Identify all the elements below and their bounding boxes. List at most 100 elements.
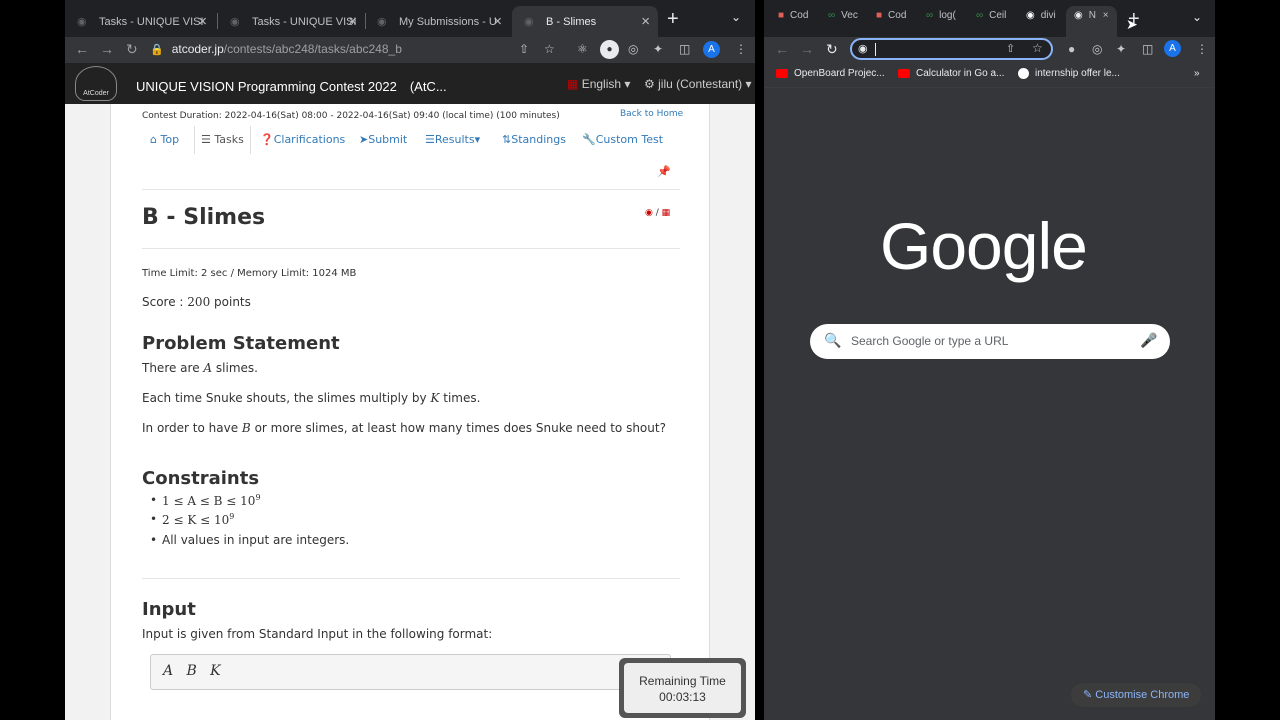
- extensions-puzzle-icon[interactable]: ✦: [1116, 42, 1126, 56]
- tab-title: My Submissions - U: [399, 15, 497, 28]
- nav-standings[interactable]: ⇅Standings: [502, 133, 566, 146]
- tab-new-tab[interactable]: ◉ N ×: [1066, 6, 1117, 37]
- text: Each time Snuke shouts, the slimes multi…: [142, 391, 427, 405]
- left-tab-strip: ◉ Tasks - UNIQUE VISI × ◉ Tasks - UNIQUE…: [65, 0, 755, 37]
- tab-search-chevron-icon[interactable]: ⌄: [1192, 10, 1202, 24]
- search-placeholder: Search Google or type a URL: [851, 334, 1009, 348]
- bookmark-calculator[interactable]: Calculator in Go a...: [898, 68, 1004, 79]
- statement-line-3: In order to have B or more slimes, at le…: [142, 421, 666, 435]
- close-icon[interactable]: ×: [1103, 10, 1109, 21]
- tab-log[interactable]: ∞ log(: [926, 10, 956, 21]
- reload-icon[interactable]: ↻: [826, 41, 838, 58]
- nav-results[interactable]: ☰Results▾: [425, 133, 480, 146]
- atcoder-favicon-icon: ◉: [377, 16, 387, 28]
- back-icon[interactable]: ←: [775, 41, 789, 57]
- side-panel-icon[interactable]: ◫: [679, 42, 690, 56]
- forward-icon[interactable]: →: [800, 41, 814, 57]
- tab-divi[interactable]: ◉ divi: [1026, 10, 1056, 21]
- menu-kebab-icon[interactable]: ⋮: [735, 42, 747, 56]
- text: 2 ≤ K ≤ 10: [162, 513, 230, 527]
- math-var: B: [241, 421, 251, 435]
- language-label: English: [581, 77, 622, 91]
- address-bar-focused[interactable]: ◉ ⇧ ☆: [850, 38, 1053, 60]
- share-icon[interactable]: ⇧: [1006, 42, 1015, 55]
- bookmark-star-icon[interactable]: ☆: [544, 42, 555, 56]
- statement-line-1: There are A slimes.: [142, 361, 258, 375]
- text: There are: [142, 361, 200, 375]
- nav-submit[interactable]: ➤Submit: [359, 133, 407, 146]
- window-divider[interactable]: [755, 0, 764, 720]
- language-selector[interactable]: ▦ English ▾: [567, 77, 630, 91]
- statement-line-2: Each time Snuke shouts, the slimes multi…: [142, 391, 480, 405]
- gear-icon: ⚙: [644, 77, 655, 91]
- menu-kebab-icon[interactable]: ⋮: [1196, 42, 1208, 56]
- atcoder-favicon-icon: ◉: [230, 16, 240, 28]
- tab-cod-2[interactable]: ■ Cod: [876, 10, 906, 21]
- close-icon[interactable]: ×: [493, 13, 502, 30]
- tab-vec[interactable]: ∞ Vec: [828, 10, 858, 21]
- tab-tasks-2[interactable]: ◉ Tasks - UNIQUE VISI ×: [218, 6, 365, 37]
- pin-icon[interactable]: 📌: [657, 165, 671, 178]
- target-extension-icon[interactable]: ◎: [628, 42, 638, 56]
- uk-flag-icon[interactable]: ▦: [662, 208, 671, 218]
- share-icon[interactable]: ⇧: [519, 42, 529, 56]
- bookmark-openboard[interactable]: OpenBoard Projec...: [776, 68, 885, 79]
- address-bar[interactable]: 🔒 atcoder.jp/contests/abc248/tasks/abc24…: [150, 38, 570, 60]
- divider: [142, 248, 680, 249]
- google-search-box[interactable]: 🔍 Search Google or type a URL 🎤: [810, 324, 1170, 359]
- new-tab-icon[interactable]: +: [667, 8, 679, 31]
- bookmark-internship[interactable]: internship offer le...: [1018, 68, 1120, 79]
- tab-tasks-1[interactable]: ◉ Tasks - UNIQUE VISI ×: [65, 6, 215, 37]
- atcoder-logo[interactable]: AtCoder: [75, 66, 117, 101]
- tab-b-slimes[interactable]: ◉ B - Slimes ×: [512, 6, 658, 37]
- text: or more slimes, at least how many times …: [254, 421, 666, 435]
- language-flags[interactable]: ◉ / ▦: [645, 208, 670, 218]
- forward-icon[interactable]: →: [100, 41, 114, 57]
- bookmark-star-icon[interactable]: ☆: [1032, 41, 1043, 55]
- profile-avatar[interactable]: A: [1164, 40, 1181, 57]
- tab-title: B - Slimes: [546, 15, 597, 28]
- text: 1 ≤ A ≤ B ≤ 10: [162, 494, 256, 508]
- cube-favicon-icon: ■: [778, 10, 785, 21]
- nav-label: Top: [160, 133, 180, 146]
- problem-statement-heading: Problem Statement: [142, 333, 340, 354]
- tab-my-submissions[interactable]: ◉ My Submissions - U ×: [365, 6, 510, 37]
- side-panel-icon[interactable]: ◫: [1142, 42, 1153, 56]
- close-icon[interactable]: ×: [641, 13, 650, 30]
- exponent: 9: [229, 512, 235, 521]
- nav-custom-test[interactable]: 🔧Custom Test: [582, 133, 663, 146]
- customise-chrome-button[interactable]: ✎ Customise Chrome: [1071, 683, 1202, 707]
- tab-cod-1[interactable]: ■ Cod: [778, 10, 808, 21]
- user-label: jilu (Contestant): [658, 77, 743, 91]
- nav-top[interactable]: ⌂ Top: [150, 133, 179, 146]
- profile-avatar[interactable]: A: [703, 41, 720, 58]
- score-value: 200: [187, 295, 211, 309]
- input-format-block: A B K: [150, 654, 671, 690]
- google-g-icon: ◉: [858, 43, 868, 55]
- timer-panel: Remaining Time 00:03:13: [624, 663, 741, 713]
- extension-off-icon[interactable]: ●: [1068, 42, 1075, 56]
- tab-search-chevron-icon[interactable]: ⌄: [731, 10, 741, 24]
- back-to-home-link[interactable]: Back to Home: [620, 109, 683, 119]
- react-devtools-icon[interactable]: ⚛: [577, 42, 588, 56]
- back-icon[interactable]: ←: [75, 41, 89, 57]
- gfg-favicon-icon: ∞: [828, 10, 836, 21]
- japan-flag-icon[interactable]: ◉: [645, 208, 653, 218]
- bookmarks-overflow-chevron[interactable]: »: [1194, 68, 1200, 79]
- divider: [142, 189, 680, 190]
- url-path: /contests/abc248/tasks/abc248_b: [223, 42, 402, 56]
- tab-title: Cod: [790, 10, 809, 21]
- nav-clarifications[interactable]: ❓Clarifications: [260, 133, 345, 146]
- microphone-icon[interactable]: 🎤: [1140, 332, 1157, 349]
- contest-duration: Contest Duration: 2022-04-16(Sat) 08:00 …: [142, 111, 560, 121]
- close-icon[interactable]: ×: [348, 13, 357, 30]
- user-menu[interactable]: ⚙ jilu (Contestant) ▾: [644, 77, 752, 91]
- contest-name[interactable]: UNIQUE VISION Programming Contest 2022 (…: [136, 76, 447, 95]
- extensions-puzzle-icon[interactable]: ✦: [653, 42, 663, 56]
- tab-ceil[interactable]: ∞ Ceil: [976, 10, 1006, 21]
- extension-off-icon[interactable]: ●: [600, 40, 619, 59]
- close-icon[interactable]: ×: [198, 13, 207, 30]
- nav-tasks[interactable]: ☰ Tasks: [194, 126, 251, 154]
- target-extension-icon[interactable]: ◎: [1092, 42, 1102, 56]
- reload-icon[interactable]: ↻: [126, 41, 138, 58]
